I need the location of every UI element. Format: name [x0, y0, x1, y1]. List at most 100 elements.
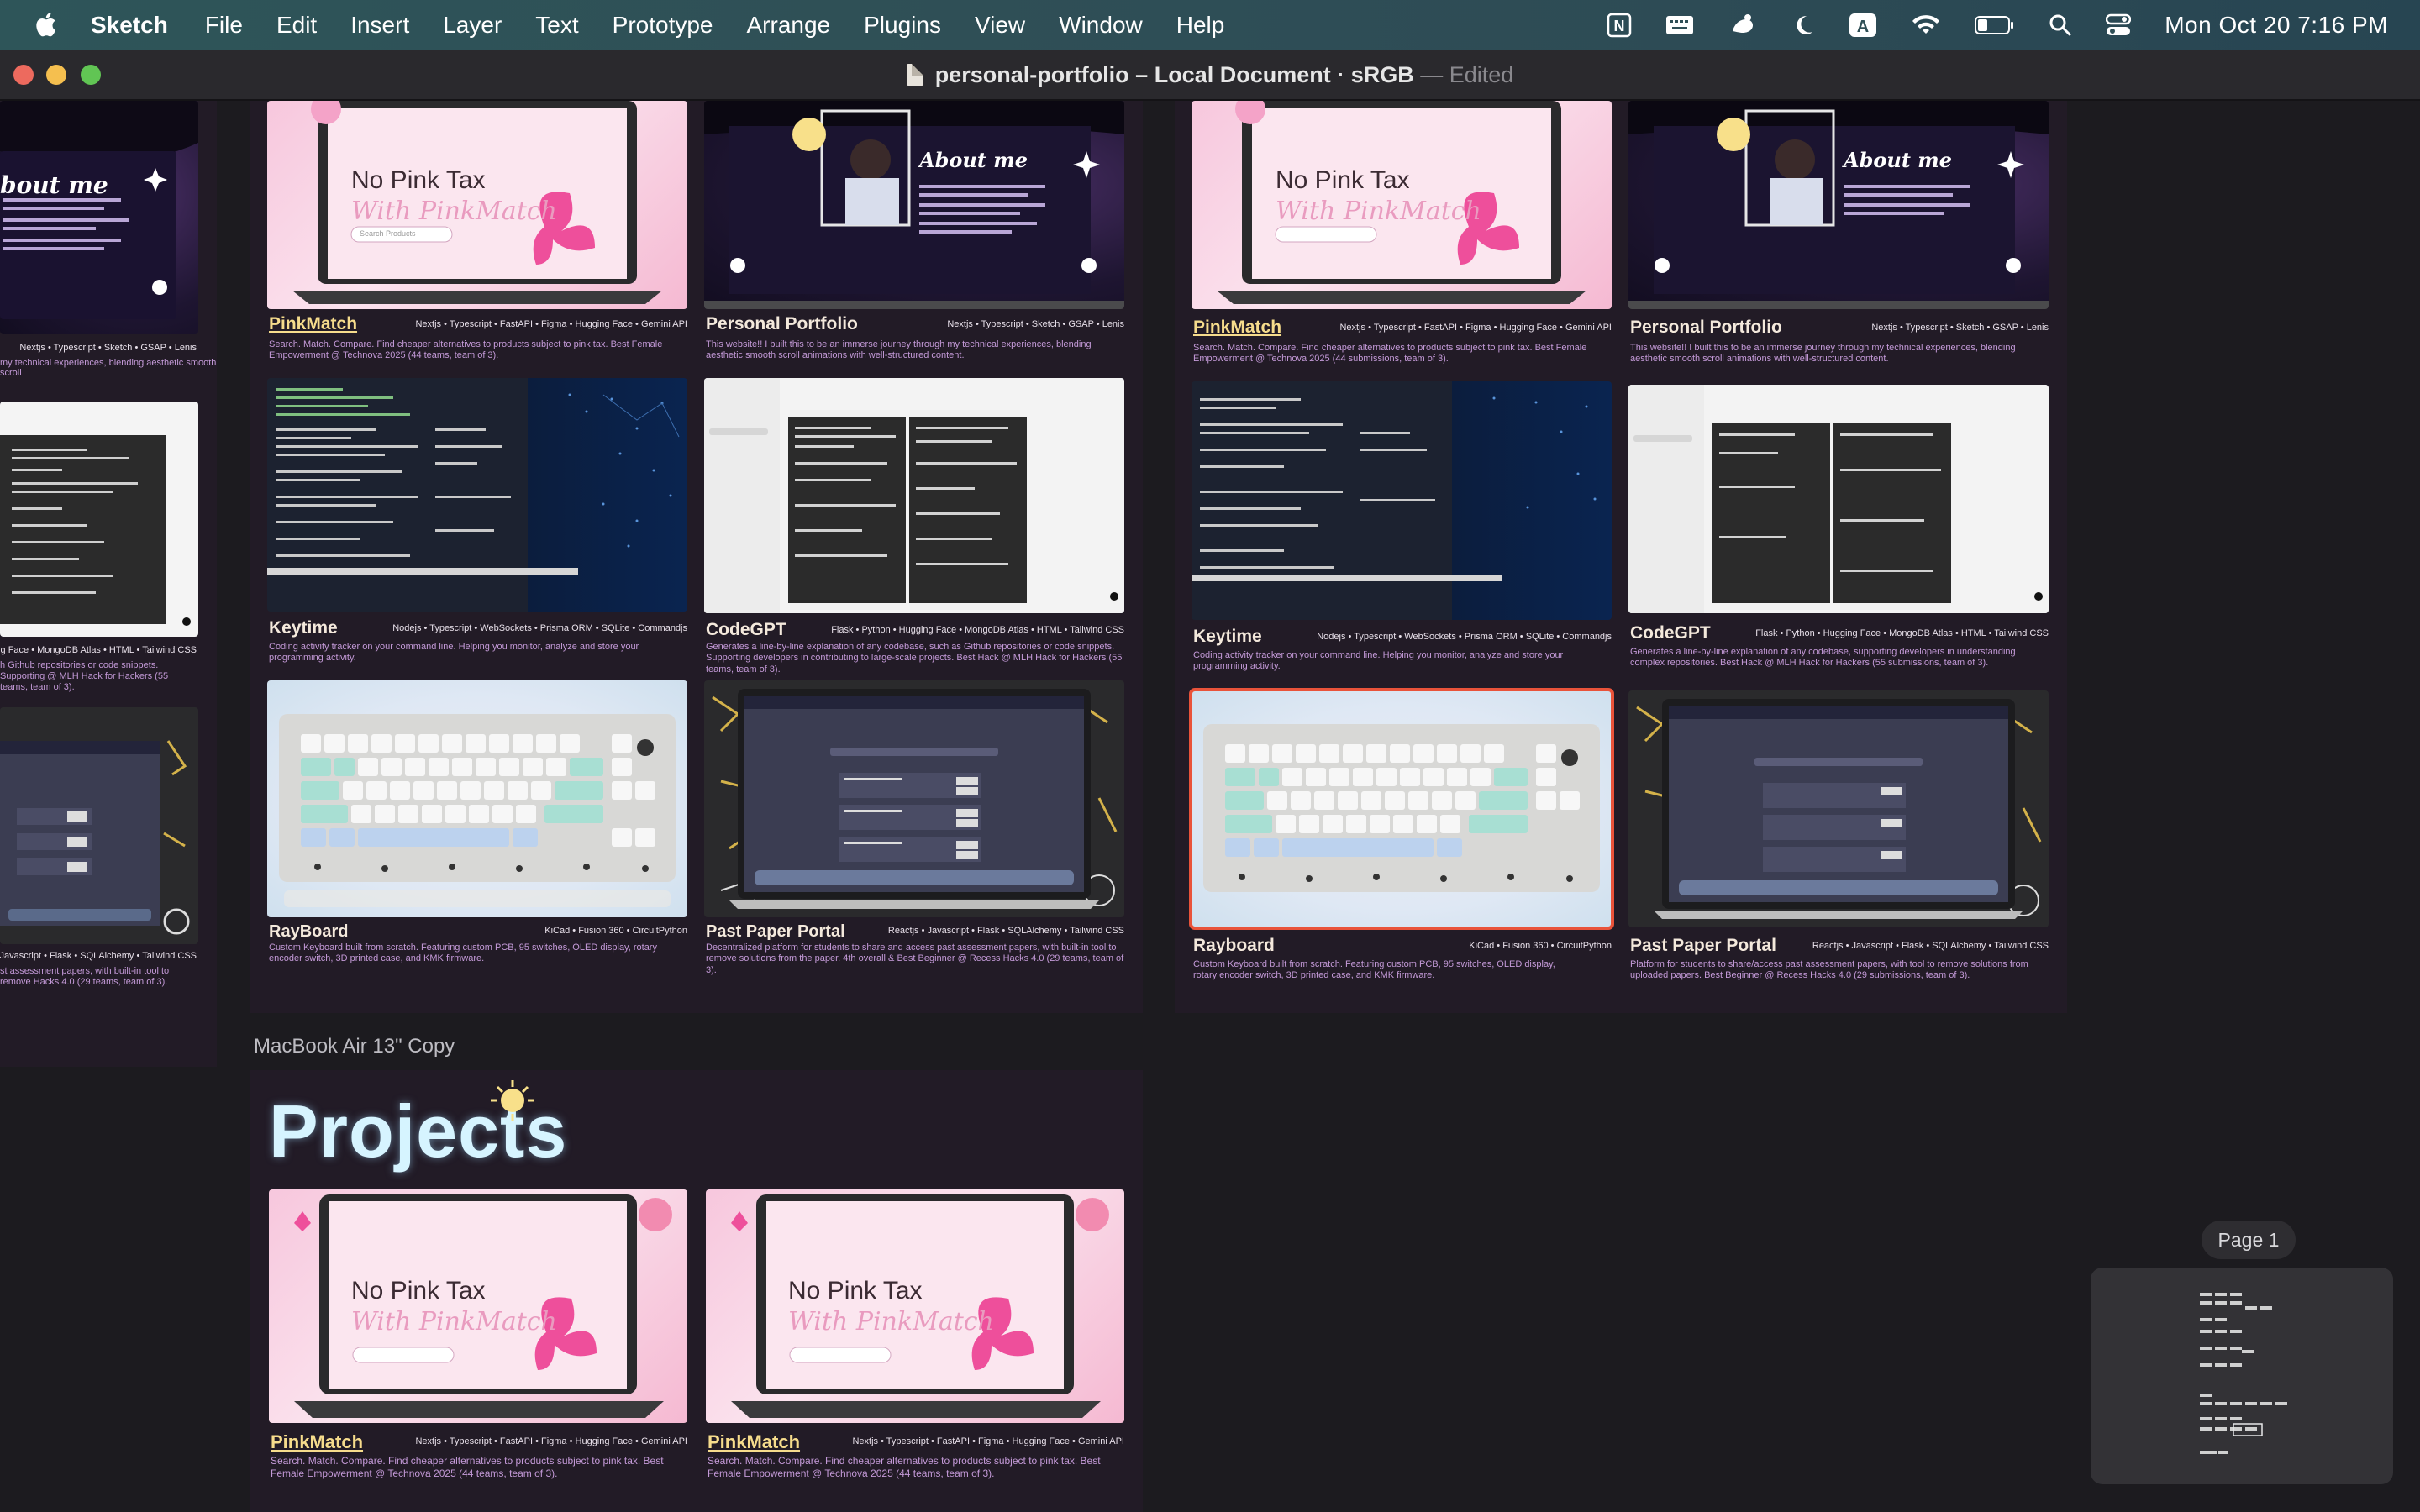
project-title-rayboard[interactable]: RayBoard	[269, 922, 348, 942]
project-card-keytime-right[interactable]: Keytime Nodejs • Typescript • WebSockets…	[1192, 381, 1612, 675]
keytime-terminal-screenshot	[1192, 396, 1597, 581]
project-desc-rayboard: Custom Keyboard built from scratch. Feat…	[269, 942, 657, 964]
page-indicator[interactable]: Page 1	[2202, 1221, 2296, 1259]
menu-window[interactable]: Window	[1059, 12, 1143, 39]
project-card-pinkmatch-right[interactable]: No Pink Tax With PinkMatch PinkMatch Nex…	[1192, 101, 1612, 378]
project-desc-keytime: Coding activity tracker on your command …	[269, 642, 639, 664]
menu-edit[interactable]: Edit	[276, 12, 317, 39]
pastpaper-tags-partial: t • Javascript • Flask • SQLAlchemy • Ta…	[0, 951, 197, 961]
portfolio-thumbnail[interactable]: About me	[704, 101, 1124, 309]
rayboard-thumbnail-selected[interactable]	[1189, 688, 1614, 930]
project-title-pinkmatch[interactable]: PinkMatch	[708, 1431, 800, 1453]
project-title-keytime[interactable]: Keytime	[1193, 627, 1262, 647]
project-desc-pinkmatch: Search. Match. Compare. Find cheaper alt…	[271, 1455, 664, 1479]
keytime-thumbnail[interactable]	[267, 378, 687, 612]
stage-manager-icon[interactable]	[1728, 13, 1758, 38]
pastpaper-thumbnail[interactable]	[0, 707, 198, 944]
project-card-pastpaper-right[interactable]: Past Paper Portal Reactjs • Javascript •…	[1628, 690, 2049, 984]
pinkmatch-thumb-line2: With PinkMatch	[1276, 197, 1481, 226]
project-card-portfolio-right[interactable]: About me Personal Portfolio Nextjs • Typ…	[1628, 101, 2049, 378]
project-desc-rayboard: Custom Keyboard built from scratch. Feat…	[1193, 959, 1555, 981]
project-card-codegpt-right[interactable]: CodeGPT Flask • Python • Hugging Face • …	[1628, 385, 2049, 679]
menu-prototype[interactable]: Prototype	[613, 12, 713, 39]
notion-icon[interactable]: N	[1607, 13, 1632, 38]
keyboard-icon[interactable]	[1665, 14, 1694, 36]
project-card-pinkmatch[interactable]: No Pink Tax With PinkMatch Search Produc…	[267, 101, 687, 370]
apple-menu-icon[interactable]	[32, 10, 57, 39]
pinkmatch-thumbnail[interactable]: No Pink Tax With PinkMatch Search Produc…	[267, 101, 687, 309]
portfolio-thumbnail-right[interactable]: About me	[1628, 101, 2049, 309]
pinkmatch-thumbnail[interactable]: No Pink Tax With PinkMatch	[269, 1189, 687, 1423]
menu-layer[interactable]: Layer	[443, 12, 502, 39]
portfolio-about-heading: About me	[919, 148, 1028, 172]
menu-help[interactable]: Help	[1176, 12, 1225, 39]
control-center-icon[interactable]	[2106, 13, 2132, 37]
battery-icon[interactable]	[1975, 15, 2015, 35]
artboard-macbook-air-copy[interactable]: Projects No Pink Tax With PinkMatch Pink…	[250, 1070, 1143, 1512]
project-card-pinkmatch-copy-1[interactable]: No Pink Tax With PinkMatch PinkMatch Nex…	[269, 1189, 687, 1479]
codegpt-tags-partial: ngging Face • MongoDB Atlas • HTML • Tai…	[0, 645, 197, 655]
pastpaper-screenshot	[712, 689, 1118, 909]
project-card-rayboard-right[interactable]: Rayboard KiCad • Fusion 360 • CircuitPyt…	[1189, 688, 1614, 984]
portfolio-thumbnail[interactable]: bout me	[0, 101, 198, 334]
project-title-rayboard[interactable]: Rayboard	[1193, 936, 1275, 956]
codegpt-thumbnail-right[interactable]	[1628, 385, 2049, 613]
project-title-portfolio[interactable]: Personal Portfolio	[1630, 318, 1782, 338]
codegpt-screenshot	[704, 378, 1124, 613]
project-title-codegpt[interactable]: CodeGPT	[1630, 623, 1711, 643]
project-card-rayboard[interactable]: RayBoard KiCad • Fusion 360 • CircuitPyt…	[267, 680, 687, 966]
input-source-icon[interactable]: A	[1849, 13, 1877, 38]
project-title-pinkmatch[interactable]: PinkMatch	[269, 314, 357, 334]
codegpt-thumbnail[interactable]	[0, 402, 198, 637]
project-title-pastpaper[interactable]: Past Paper Portal	[1630, 936, 1776, 956]
project-desc-keytime: Coding activity tracker on your command …	[1193, 650, 1564, 672]
artboard-macbook-air[interactable]: No Pink Tax With PinkMatch Search Produc…	[250, 101, 1143, 1013]
pinkmatch-thumbnail[interactable]: No Pink Tax With PinkMatch	[706, 1189, 1124, 1423]
project-title-codegpt[interactable]: CodeGPT	[706, 620, 786, 640]
project-title-pinkmatch[interactable]: PinkMatch	[271, 1431, 363, 1453]
spotlight-icon[interactable]	[2049, 13, 2072, 37]
project-title-pastpaper[interactable]: Past Paper Portal	[706, 922, 845, 942]
pastpaper-thumbnail[interactable]	[704, 680, 1124, 917]
project-card-pinkmatch-copy-2[interactable]: No Pink Tax With PinkMatch PinkMatch Nex…	[706, 1189, 1124, 1479]
project-desc-codegpt: Generates a line-by-line explanation of …	[706, 642, 1123, 675]
artboard-right[interactable]: No Pink Tax With PinkMatch PinkMatch Nex…	[1175, 101, 2067, 1013]
wifi-icon[interactable]	[1911, 13, 1941, 37]
artboard-left-partial[interactable]: bout me Nextjs • Typescript • Sketch • G…	[0, 101, 217, 1067]
project-card-codegpt[interactable]: CodeGPT Flask • Python • Hugging Face • …	[704, 378, 1124, 675]
project-title-portfolio[interactable]: Personal Portfolio	[706, 314, 858, 334]
menu-arrange[interactable]: Arrange	[747, 12, 831, 39]
project-tags-keytime: Nodejs • Typescript • WebSockets • Prism…	[1317, 632, 1612, 642]
project-tags-portfolio: Nextjs • Typescript • Sketch • GSAP • Le…	[947, 319, 1124, 329]
menubar-clock[interactable]: Mon Oct 20 7:16 PM	[2165, 12, 2388, 39]
sketch-canvas[interactable]: bout me Nextjs • Typescript • Sketch • G…	[0, 101, 2420, 1512]
project-tags-portfolio: Nextjs • Typescript • Sketch • GSAP • Le…	[1871, 323, 2049, 333]
menu-file[interactable]: File	[205, 12, 243, 39]
pinkmatch-thumb-line1: No Pink Tax	[351, 166, 486, 194]
input-source-letter: A	[1857, 18, 1869, 36]
project-card-keytime[interactable]: Keytime Nodejs • Typescript • WebSockets…	[267, 378, 687, 664]
project-title-keytime[interactable]: Keytime	[269, 618, 338, 638]
project-tags-pinkmatch: Nextjs • Typescript • FastAPI • Figma • …	[852, 1436, 1124, 1446]
pastpaper-thumbnail-right[interactable]	[1628, 690, 2049, 927]
pinkmatch-thumbnail-right[interactable]: No Pink Tax With PinkMatch	[1192, 101, 1612, 309]
project-card-pastpaper[interactable]: Past Paper Portal Reactjs • Javascript •…	[704, 680, 1124, 975]
menu-app-sketch[interactable]: Sketch	[91, 12, 168, 39]
menu-plugins[interactable]: Plugins	[864, 12, 941, 39]
codegpt-desc-partial: h Github repositories or code snippets. …	[0, 660, 169, 693]
project-card-portfolio[interactable]: About me Personal Portfolio Nextjs • Typ…	[704, 101, 1124, 370]
codegpt-thumbnail[interactable]	[704, 378, 1124, 613]
keytime-thumbnail-right[interactable]	[1192, 381, 1612, 620]
canvas-minimap[interactable]	[2091, 1268, 2393, 1484]
menu-insert[interactable]: Insert	[350, 12, 409, 39]
artboard-label-copy[interactable]: MacBook Air 13" Copy	[254, 1035, 455, 1058]
menu-view[interactable]: View	[975, 12, 1025, 39]
pinkmatch-thumb-line2: With PinkMatch	[351, 197, 557, 226]
portfolio-about-heading: About me	[1844, 148, 1952, 172]
rayboard-thumbnail[interactable]	[267, 680, 687, 917]
about-me-heading: bout me	[0, 171, 108, 199]
menu-text[interactable]: Text	[535, 12, 578, 39]
pinkmatch-thumb-search: Search Products	[360, 229, 416, 238]
project-title-pinkmatch[interactable]: PinkMatch	[1193, 318, 1281, 338]
moon-icon[interactable]	[1791, 13, 1815, 37]
